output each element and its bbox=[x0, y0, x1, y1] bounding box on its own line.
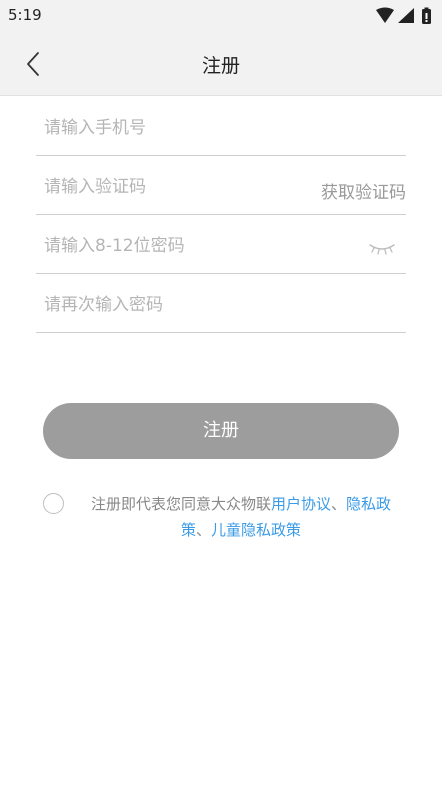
status-icons bbox=[376, 7, 431, 24]
password-input[interactable] bbox=[44, 232, 294, 260]
agreement-checkbox[interactable] bbox=[43, 493, 64, 514]
agreement-text: 注册即代表您同意大众物联用户协议、隐私政策、儿童隐私政策 bbox=[76, 491, 406, 543]
agreement-prefix: 注册即代表您同意大众物联 bbox=[90, 495, 271, 513]
status-bar: 5:19 bbox=[0, 0, 442, 32]
confirm-password-input[interactable] bbox=[44, 291, 294, 319]
verification-code-field: 获取验证码 bbox=[36, 157, 406, 215]
phone-input[interactable] bbox=[44, 114, 294, 142]
password-field bbox=[36, 216, 406, 274]
confirm-password-field bbox=[36, 275, 406, 333]
register-button[interactable]: 注册 bbox=[43, 403, 399, 459]
user-agreement-link[interactable]: 用户协议 bbox=[271, 495, 331, 513]
page-title: 注册 bbox=[201, 55, 240, 77]
agreement-separator: 、 bbox=[195, 521, 211, 539]
phone-field bbox=[36, 98, 406, 156]
eye-closed-icon[interactable] bbox=[368, 242, 396, 258]
status-time: 5:19 bbox=[8, 6, 42, 24]
children-privacy-policy-link[interactable]: 儿童隐私政策 bbox=[211, 521, 301, 539]
get-code-button[interactable]: 获取验证码 bbox=[321, 178, 406, 203]
agreement-separator: 、 bbox=[331, 495, 347, 513]
signal-icon bbox=[398, 8, 414, 23]
wifi-icon bbox=[376, 7, 394, 23]
nav-bar: 注册 bbox=[0, 32, 442, 96]
verification-code-input[interactable] bbox=[44, 173, 294, 201]
